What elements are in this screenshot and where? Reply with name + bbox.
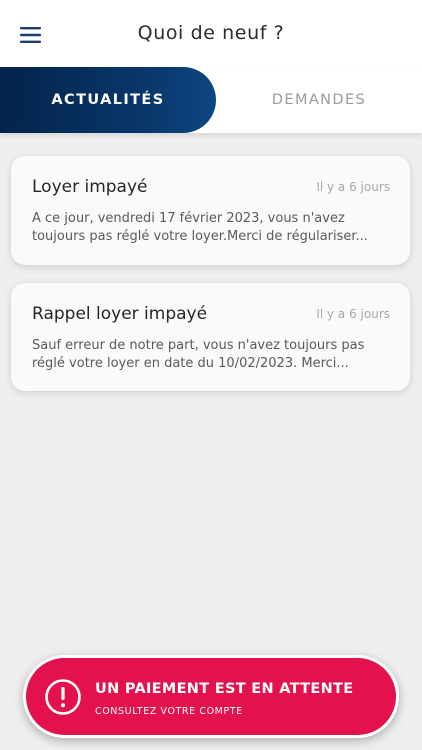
banner-subtitle: CONSULTEZ VOTRE COMPTE	[95, 706, 243, 717]
tab-bar: ACTUALITÉS DEMANDES	[0, 67, 422, 133]
news-excerpt-line: A ce jour, vendredi 17 février 2023, vou…	[32, 211, 345, 226]
alert-circle-icon	[44, 678, 82, 716]
app-header: Quoi de neuf ?	[0, 0, 422, 68]
news-excerpt: Sauf erreur de notre part, vous n'avez t…	[32, 337, 392, 373]
news-excerpt-line: toujours pas réglé votre loyer.Merci de …	[32, 229, 368, 244]
news-title: Loyer impayé	[32, 177, 148, 197]
page-title: Quoi de neuf ?	[137, 22, 285, 44]
news-card[interactable]: Loyer impayé Il y a 6 jours A ce jour, v…	[11, 156, 410, 265]
news-timestamp: Il y a 6 jours	[316, 180, 390, 194]
news-title: Rappel loyer impayé	[32, 304, 208, 324]
news-excerpt-line: Sauf erreur de notre part, vous n'avez t…	[32, 338, 365, 353]
banner-title: UN PAIEMENT EST EN ATTENTE	[95, 681, 354, 697]
news-card[interactable]: Rappel loyer impayé Il y a 6 jours Sauf …	[11, 283, 410, 391]
tab-demandes[interactable]: DEMANDES	[216, 67, 422, 133]
tab-actualites[interactable]: ACTUALITÉS	[0, 67, 216, 133]
news-excerpt: A ce jour, vendredi 17 février 2023, vou…	[32, 210, 392, 246]
pending-payment-banner[interactable]: UN PAIEMENT EST EN ATTENTE CONSULTEZ VOT…	[23, 655, 399, 738]
news-timestamp: Il y a 6 jours	[316, 307, 390, 321]
news-excerpt-line: réglé votre loyer en date du 10/02/2023.…	[32, 356, 349, 371]
